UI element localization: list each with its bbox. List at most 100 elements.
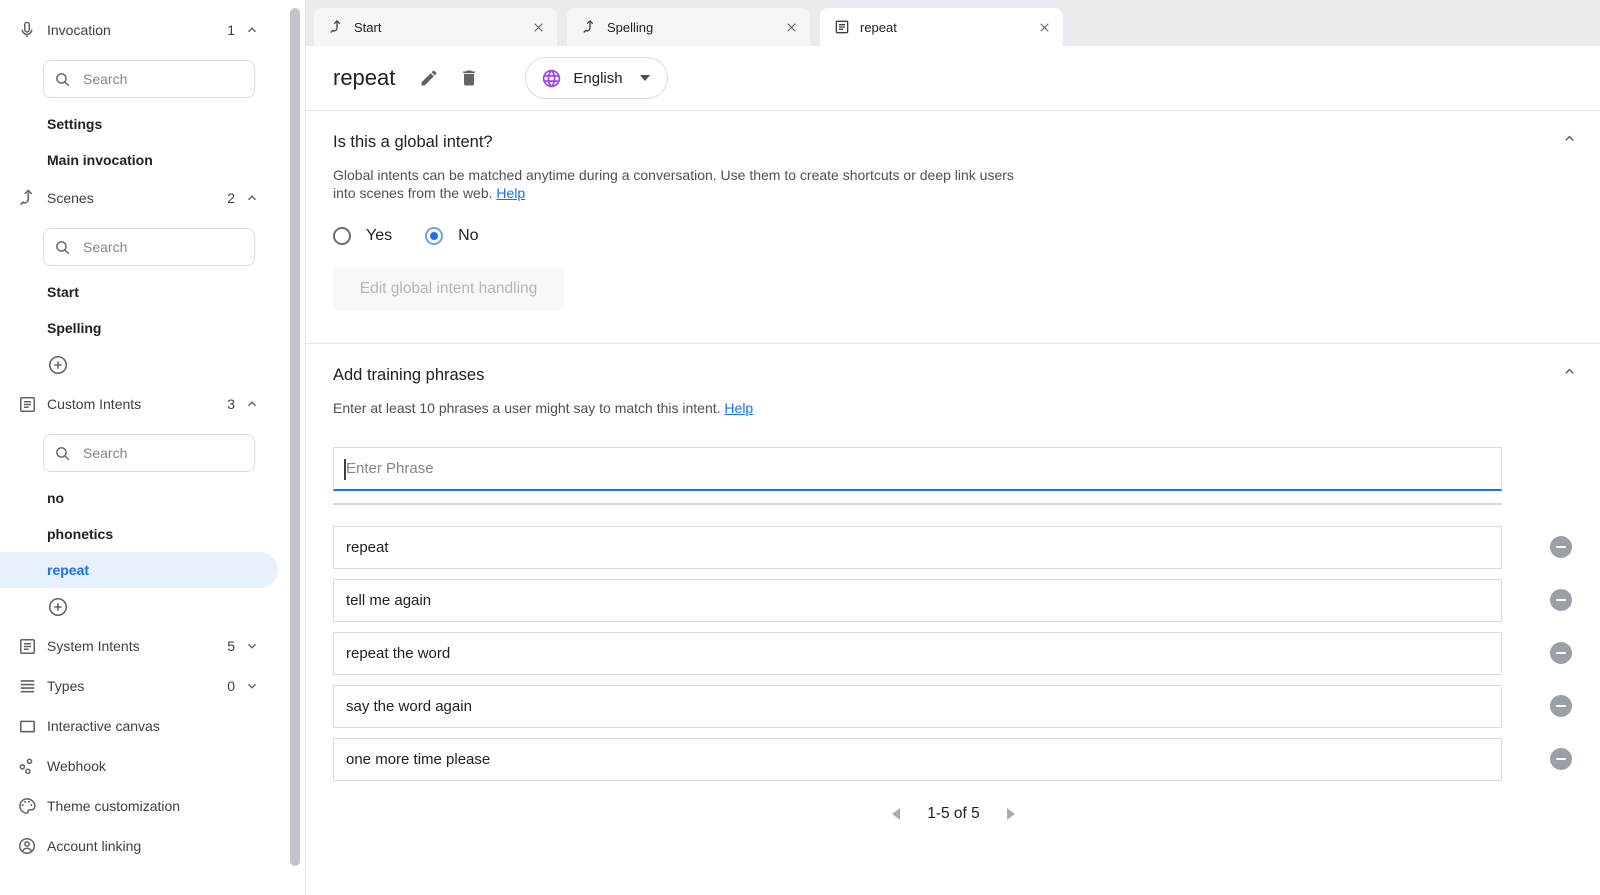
chevron-up-icon[interactable] xyxy=(245,397,259,411)
close-icon[interactable] xyxy=(532,21,545,34)
language-label: English xyxy=(573,70,622,87)
sidebar-section-custom-intents[interactable]: Custom Intents 3 xyxy=(0,384,285,424)
language-selector[interactable]: English xyxy=(525,57,667,99)
phrase-row[interactable]: one more time please xyxy=(333,738,1502,781)
webhook-icon xyxy=(16,757,38,776)
sidebar-section-invocation[interactable]: Invocation 1 xyxy=(0,10,285,50)
enter-phrase-input[interactable] xyxy=(334,448,1501,489)
intent-content: Is this a global intent? Global intents … xyxy=(306,111,1600,895)
section-count: 5 xyxy=(227,638,235,654)
global-intent-section: Is this a global intent? Global intents … xyxy=(333,111,1600,343)
remove-phrase-button[interactable] xyxy=(1550,536,1572,558)
sidebar-section-scenes[interactable]: Scenes 2 xyxy=(0,178,285,218)
chevron-up-icon xyxy=(1562,364,1577,379)
phrase-row[interactable]: say the word again xyxy=(333,685,1502,728)
phrase-text: repeat the word xyxy=(346,645,450,662)
sidebar-item-settings[interactable]: Settings xyxy=(0,106,285,142)
plus-circle-icon xyxy=(47,354,69,376)
previous-page-icon[interactable] xyxy=(892,808,900,820)
search-input[interactable] xyxy=(81,70,221,88)
globe-icon xyxy=(541,68,562,89)
tab-repeat[interactable]: repeat xyxy=(820,8,1063,46)
intent-header: repeat English xyxy=(306,46,1600,110)
chevron-down-icon[interactable] xyxy=(245,639,259,653)
section-description: Enter at least 10 phrases a user might s… xyxy=(333,400,1021,418)
plus-circle-icon xyxy=(47,596,69,618)
invocation-search xyxy=(43,60,255,98)
page-title: repeat xyxy=(333,65,395,91)
section-label: System Intents xyxy=(47,638,140,654)
section-label: Custom Intents xyxy=(47,396,141,412)
list-lines-icon xyxy=(16,677,38,696)
search-icon xyxy=(54,445,71,462)
sidebar-item-spelling[interactable]: Spelling xyxy=(0,310,285,346)
remove-phrase-button[interactable] xyxy=(1550,642,1572,664)
phrase-text: one more time please xyxy=(346,751,490,768)
sidebar-item-webhook[interactable]: Webhook xyxy=(0,746,285,786)
add-scene-button[interactable] xyxy=(47,354,69,376)
section-count: 0 xyxy=(227,678,235,694)
delete-button[interactable] xyxy=(459,68,479,88)
tab-start[interactable]: Start xyxy=(314,8,557,46)
edit-button[interactable] xyxy=(419,68,439,88)
collapse-section-button[interactable] xyxy=(1562,364,1577,379)
sidebar-section-system-intents[interactable]: System Intents 5 xyxy=(0,626,285,666)
help-link[interactable]: Help xyxy=(724,400,753,416)
chevron-down-icon[interactable] xyxy=(245,679,259,693)
collapse-section-button[interactable] xyxy=(1562,131,1577,146)
sidebar-item-theme-customization[interactable]: Theme customization xyxy=(0,786,285,826)
sidebar-item-main-invocation[interactable]: Main invocation xyxy=(0,142,285,178)
radio-no[interactable] xyxy=(425,227,443,245)
palette-icon xyxy=(16,796,38,816)
phrase-row[interactable]: tell me again xyxy=(333,579,1502,622)
main-panel: Start Spelling repeat xyxy=(305,0,1600,895)
add-custom-intent-button[interactable] xyxy=(47,596,69,618)
help-link[interactable]: Help xyxy=(496,185,525,201)
search-icon xyxy=(54,71,71,88)
pencil-icon xyxy=(419,68,439,88)
remove-phrase-button[interactable] xyxy=(1550,748,1572,770)
remove-phrase-button[interactable] xyxy=(1550,589,1572,611)
sidebar-item-no[interactable]: no xyxy=(0,480,285,516)
close-icon[interactable] xyxy=(785,21,798,34)
section-count: 3 xyxy=(227,396,235,412)
sidebar-item-repeat[interactable]: repeat xyxy=(0,552,278,588)
close-icon[interactable] xyxy=(1038,21,1051,34)
phrase-text: repeat xyxy=(346,539,389,556)
section-label: Invocation xyxy=(47,22,111,38)
scene-icon xyxy=(16,188,38,208)
tab-label: Spelling xyxy=(607,20,653,35)
remove-phrase-button[interactable] xyxy=(1550,695,1572,717)
section-count: 1 xyxy=(227,22,235,38)
mic-icon xyxy=(16,20,38,40)
scenes-search xyxy=(43,228,255,266)
sidebar-item-start[interactable]: Start xyxy=(0,274,285,310)
phrase-row[interactable]: repeat the word xyxy=(333,632,1502,675)
sidebar-section-types[interactable]: Types 0 xyxy=(0,666,285,706)
search-icon xyxy=(54,239,71,256)
radio-no-label: No xyxy=(458,227,478,245)
text-cursor xyxy=(344,459,346,480)
scrollbar-thumb[interactable] xyxy=(290,8,300,866)
intent-icon xyxy=(16,395,38,414)
chevron-down-icon xyxy=(640,75,650,81)
pagination: 1-5 of 5 xyxy=(306,791,1600,837)
scene-icon xyxy=(581,19,597,35)
chevron-up-icon[interactable] xyxy=(245,23,259,37)
tab-spelling[interactable]: Spelling xyxy=(567,8,810,46)
edit-global-intent-button[interactable]: Edit global intent handling xyxy=(333,268,564,310)
radio-yes-label: Yes xyxy=(366,227,392,245)
phrase-row[interactable]: repeat xyxy=(333,526,1502,569)
sidebar-item-phonetics[interactable]: phonetics xyxy=(0,516,285,552)
scene-icon xyxy=(328,19,344,35)
radio-yes[interactable] xyxy=(333,227,351,245)
chevron-up-icon[interactable] xyxy=(245,191,259,205)
sidebar-item-interactive-canvas[interactable]: Interactive canvas xyxy=(0,706,285,746)
sidebar-scrollbar[interactable] xyxy=(285,0,305,895)
search-input[interactable] xyxy=(81,238,221,256)
chevron-up-icon xyxy=(1562,131,1577,146)
next-page-icon[interactable] xyxy=(1007,808,1015,820)
search-input[interactable] xyxy=(81,444,221,462)
pagination-label: 1-5 of 5 xyxy=(927,805,980,823)
sidebar-item-account-linking[interactable]: Account linking xyxy=(0,826,285,866)
